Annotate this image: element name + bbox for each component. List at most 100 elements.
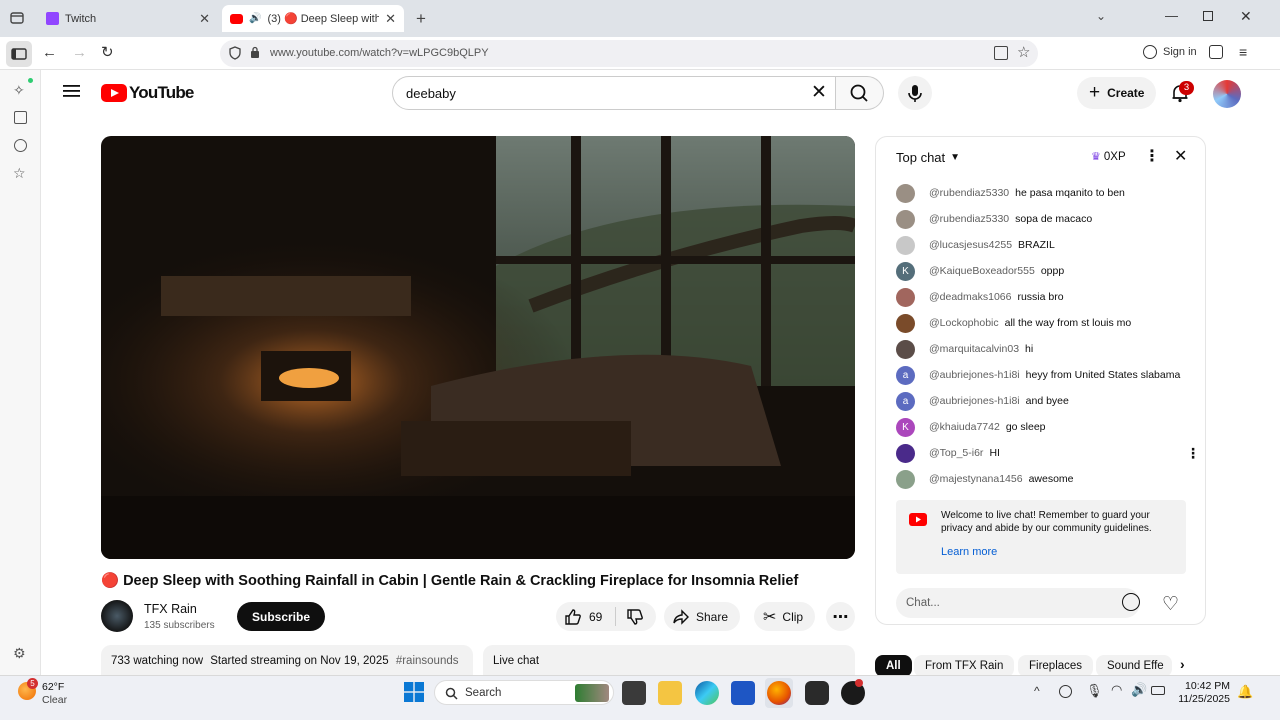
sign-in-button[interactable]: Sign in — [1143, 45, 1197, 59]
chat-author-name[interactable]: @marquitacalvin03 — [929, 343, 1019, 355]
close-chat-icon[interactable]: ✕ — [1174, 146, 1187, 166]
chat-author-name[interactable]: @Lockophobic — [929, 317, 999, 329]
chat-author-name[interactable]: @aubriejones-h1i8i — [929, 395, 1020, 407]
microsoft-store-icon[interactable] — [731, 681, 755, 705]
chat-message[interactable]: K @KaiqueBoxeador555 oppp — [896, 261, 1064, 281]
voice-search-button[interactable] — [898, 76, 932, 110]
wifi-icon[interactable]: ◠ — [1111, 682, 1122, 698]
chips-next-chevron-icon[interactable]: › — [1180, 656, 1185, 672]
chat-message[interactable]: K @khaiuda7742 go sleep — [896, 417, 1046, 437]
chat-message[interactable]: @rubendiaz5330 he pasa mqanito to ben — [896, 183, 1125, 203]
chat-author-name[interactable]: @lucasjesus4255 — [929, 239, 1012, 251]
close-window-icon[interactable]: ✕ — [1240, 8, 1252, 25]
lock-icon[interactable] — [250, 46, 260, 59]
tab-list-chevron-icon[interactable]: ⌄ — [1096, 9, 1106, 23]
windows-start-icon[interactable] — [404, 682, 424, 702]
tab-youtube[interactable]: 🔊 (3) 🔴 Deep Sleep with Soo ✕ — [222, 5, 404, 32]
emoji-icon[interactable] — [1122, 593, 1140, 611]
chat-author-name[interactable]: @deadmaks1066 — [929, 291, 1011, 303]
chat-author-avatar[interactable] — [896, 469, 915, 489]
search-input[interactable]: deebaby ✕ — [392, 76, 836, 110]
reload-icon[interactable]: ↻ — [101, 43, 114, 61]
channel-avatar[interactable] — [101, 600, 133, 632]
tab-twitch[interactable]: Twitch ✕ — [38, 5, 218, 32]
xp-badge[interactable]: ♛ 0XP — [1091, 150, 1126, 164]
chat-more-options-icon[interactable]: ⋮ — [1144, 146, 1160, 166]
message-options-icon[interactable]: ⋮ — [1186, 445, 1200, 462]
chat-author-avatar[interactable]: a — [896, 391, 915, 411]
chat-author-name[interactable]: @aubriejones-h1i8i — [929, 369, 1020, 381]
tab-actions-icon[interactable] — [8, 9, 26, 27]
sidebar-toggle-icon[interactable] — [6, 41, 32, 67]
chat-message[interactable]: @deadmaks1066 russia bro — [896, 287, 1064, 307]
close-tab-icon[interactable]: ✕ — [199, 11, 210, 27]
channel-name[interactable]: TFX Rain — [144, 602, 197, 616]
clear-search-icon[interactable]: ✕ — [811, 81, 827, 104]
chat-author-name[interactable]: @rubendiaz5330 — [929, 213, 1009, 225]
description-box[interactable]: 733 watching now Started streaming on No… — [101, 645, 473, 675]
chat-author-avatar[interactable] — [896, 313, 915, 333]
clip-button[interactable]: ✂ Clip — [754, 602, 816, 631]
chat-author-avatar[interactable] — [896, 209, 915, 229]
chatgpt-app-icon[interactable] — [805, 681, 829, 705]
bookmark-star-icon[interactable]: ☆ — [1017, 43, 1030, 61]
filter-chip[interactable]: From TFX Rain — [914, 655, 1015, 677]
filter-chip[interactable]: Sound Effe — [1096, 655, 1172, 677]
hamburger-menu-icon[interactable] — [63, 84, 80, 98]
battery-icon[interactable] — [1151, 686, 1165, 695]
subscribe-button[interactable]: Subscribe — [237, 602, 326, 631]
chat-input[interactable]: Chat... — [896, 588, 1140, 618]
settings-gear-icon[interactable]: ⚙ — [13, 645, 26, 662]
chat-message[interactable]: @Lockophobic all the way from st louis mo — [896, 313, 1131, 333]
chat-author-avatar[interactable]: K — [896, 417, 915, 437]
chat-author-name[interactable]: @KaiqueBoxeador555 — [929, 265, 1035, 277]
tracking-shield-icon[interactable] — [229, 46, 241, 60]
minimize-icon[interactable]: — — [1165, 8, 1178, 23]
chat-author-avatar[interactable] — [896, 287, 915, 307]
history-icon[interactable] — [14, 139, 27, 152]
filter-chip[interactable]: All — [875, 655, 912, 677]
chat-author-name[interactable]: @khaiuda7742 — [929, 421, 1000, 433]
chat-author-avatar[interactable]: a — [896, 365, 915, 385]
dislike-button[interactable] — [616, 608, 644, 626]
live-chat-replay-panel[interactable]: Live chat — [483, 645, 855, 675]
translate-icon[interactable] — [994, 46, 1008, 60]
close-tab-icon[interactable]: ✕ — [385, 11, 396, 27]
hashtag-link[interactable]: #rainsounds — [396, 655, 459, 667]
search-button[interactable] — [836, 76, 884, 110]
like-button[interactable]: 69 — [556, 607, 616, 626]
clock-date[interactable]: 11/25/2025 — [1172, 693, 1230, 705]
firefox-icon[interactable] — [767, 681, 791, 705]
file-explorer-icon[interactable] — [658, 681, 682, 705]
chat-author-avatar[interactable] — [896, 183, 915, 203]
restore-icon[interactable] — [1203, 11, 1213, 21]
avatar[interactable] — [1213, 80, 1241, 108]
chat-message[interactable]: @Top_5-i6r HI — [896, 443, 1000, 463]
edge-browser-icon[interactable] — [695, 681, 719, 705]
chat-message[interactable]: a @aubriejones-h1i8i and byee — [896, 391, 1069, 411]
chat-author-avatar[interactable] — [896, 235, 915, 255]
chat-message[interactable]: @marquitacalvin03 hi — [896, 339, 1033, 359]
chat-message[interactable]: a @aubriejones-h1i8i heyy from United Stat… — [896, 365, 1180, 385]
clock-time[interactable]: 10:42 PM — [1178, 680, 1230, 692]
top-chat-dropdown[interactable]: Top chat ▼ — [896, 150, 960, 165]
extensions-icon[interactable] — [1209, 45, 1223, 59]
new-tab-icon[interactable]: + — [416, 9, 426, 29]
synced-tabs-icon[interactable] — [14, 111, 27, 124]
youtube-logo[interactable]: YouTube — [101, 83, 194, 103]
video-player[interactable] — [101, 136, 855, 559]
volume-icon[interactable]: 🔊 — [1131, 682, 1147, 698]
task-view-icon[interactable] — [622, 681, 646, 705]
create-button[interactable]: + Create — [1077, 77, 1157, 109]
address-bar[interactable]: www.youtube.com/watch?v=wLPGC9bQLPY ☆ — [220, 40, 1038, 67]
chat-author-avatar[interactable]: K — [896, 261, 915, 281]
filter-chip[interactable]: Fireplaces — [1018, 655, 1094, 677]
taskbar-search-box[interactable]: Search — [434, 680, 614, 705]
bookmarks-star-icon[interactable]: ☆ — [13, 165, 26, 182]
share-button[interactable]: Share — [664, 602, 741, 631]
forward-icon[interactable]: → — [72, 44, 87, 61]
chat-author-avatar[interactable] — [896, 443, 915, 463]
chat-message[interactable]: @rubendiaz5330 sopa de macaco — [896, 209, 1092, 229]
more-actions-icon[interactable]: ⋯ — [826, 602, 855, 631]
chat-author-avatar[interactable] — [896, 339, 915, 359]
